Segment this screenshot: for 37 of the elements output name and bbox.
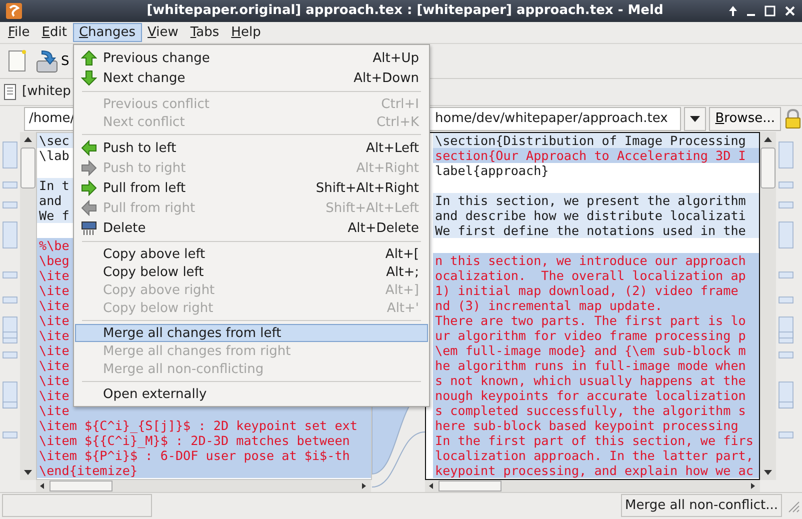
app-icon: [6, 2, 22, 19]
vertical-scrollbar[interactable]: [20, 132, 36, 480]
new-document-icon[interactable]: [8, 50, 26, 72]
menu-item[interactable]: Merge all changes from left: [75, 324, 428, 342]
arrow-icon: [81, 180, 97, 196]
menu-title[interactable]: Edit: [36, 22, 73, 42]
browse-button[interactable]: Browse...: [709, 106, 781, 131]
arrow-icon: [81, 160, 97, 176]
close-icon[interactable]: [784, 4, 796, 17]
tab-label[interactable]: [whitep: [22, 84, 71, 100]
menu-title[interactable]: Changes: [72, 22, 142, 42]
menu-title[interactable]: Tabs: [184, 22, 226, 42]
lock-icon: [784, 108, 802, 129]
shredder-icon: [81, 220, 97, 236]
arrow-icon: [81, 200, 97, 216]
resize-grip-icon[interactable]: [786, 498, 800, 513]
arrow-icon: [81, 140, 97, 156]
menu-title[interactable]: File: [2, 22, 36, 42]
menu-item[interactable]: Next change Alt+Down: [75, 68, 428, 88]
text-pane[interactable]: [425, 132, 760, 480]
toolbar-button[interactable]: S: [36, 49, 70, 74]
caret-icon: [690, 116, 700, 122]
menu-title[interactable]: View: [142, 22, 184, 42]
menu-item[interactable]: Previous change Alt+Up: [75, 48, 428, 68]
horizontal-scrollbar[interactable]: [36, 480, 371, 492]
vertical-scrollbar[interactable]: [760, 132, 776, 480]
menu-title[interactable]: Help: [225, 22, 267, 42]
document-icon: [4, 84, 16, 100]
arrow-up-icon[interactable]: [728, 4, 738, 17]
maximize-icon[interactable]: [764, 4, 776, 17]
arrow-icon: [81, 70, 97, 86]
arrow-icon: [81, 50, 97, 66]
status-message: Merge all non-conflict...: [621, 494, 782, 518]
horizontal-scrollbar[interactable]: [425, 480, 760, 492]
window-title: [whitepaper.original] approach.tex : [whitepaper] approach.tex - Meld: [146, 3, 664, 18]
dropdown-button[interactable]: [684, 106, 706, 131]
save-icon: [36, 49, 58, 74]
